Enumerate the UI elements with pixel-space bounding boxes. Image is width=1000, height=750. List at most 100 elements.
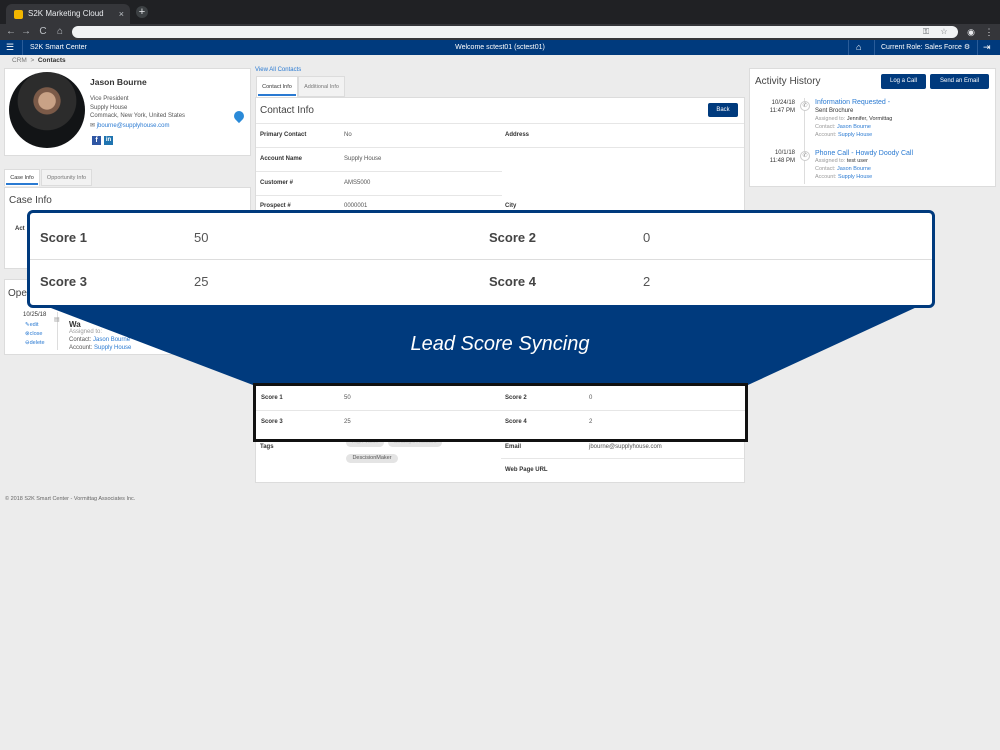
- tab-opportunity-info[interactable]: Opportunity Info: [41, 169, 92, 186]
- browser-tab[interactable]: S2K Marketing Cloud ×: [6, 4, 130, 24]
- welcome-text: Welcome sctest01 (sctest01): [455, 44, 545, 51]
- opportunity-partial-title: Ope: [8, 288, 27, 299]
- callout-score-label: Score 3: [40, 274, 87, 289]
- email-label: Email: [505, 444, 522, 450]
- linkedin-icon[interactable]: in: [104, 136, 113, 145]
- activity-account-link[interactable]: Supply House: [838, 174, 872, 180]
- activity-date: 10/1/18: [774, 150, 795, 156]
- callout-banner-text: Lead Score Syncing: [410, 333, 590, 355]
- tags-label: Tags: [260, 444, 274, 450]
- field-label: Address: [505, 132, 530, 138]
- field-label: Account Name: [260, 156, 303, 162]
- activity-subject-link[interactable]: Information Requested -: [815, 99, 890, 106]
- callout-score-value: 0: [643, 230, 651, 245]
- footer-copyright: © 2018 S2K Smart Center - Vormittag Asso…: [5, 496, 136, 502]
- activity-contact: Contact: Jason Bourne: [815, 166, 871, 172]
- key-icon[interactable]: ⚿: [920, 25, 932, 39]
- callout-score-label: Score 1: [40, 230, 87, 245]
- activity-assigned: Assigned to: Jennifer, Vormittag: [815, 116, 893, 122]
- activity-time: 11:48 PM: [769, 158, 795, 164]
- account-name-link[interactable]: Supply House: [344, 156, 381, 162]
- activity-time: 11:47 PM: [769, 108, 795, 114]
- field-value: No: [344, 132, 352, 138]
- score-label: Score 4: [505, 419, 527, 425]
- row-divider: [256, 410, 745, 411]
- opportunity-account-link[interactable]: Supply House: [94, 345, 131, 351]
- bookmark-star-icon[interactable]: ☆: [938, 25, 950, 39]
- score-label: Score 3: [261, 419, 283, 425]
- breadcrumb: CRM > Contacts: [12, 57, 66, 64]
- log-call-button[interactable]: Log a Call: [881, 74, 926, 89]
- activity-account: Account: Supply House: [815, 174, 873, 180]
- opportunity-contact-link[interactable]: Jason Bourne: [93, 337, 130, 343]
- score-value: 50: [344, 395, 351, 401]
- opportunity-edit-link[interactable]: ✎edit: [25, 322, 38, 328]
- active-tab-underline: [258, 94, 296, 96]
- app-brand: S2K Smart Center: [30, 44, 87, 51]
- opportunity-doc-icon: ▤: [54, 317, 60, 323]
- callout-score-label: Score 2: [489, 230, 536, 245]
- profile-icon[interactable]: ◉: [964, 24, 978, 40]
- score-label: Score 2: [505, 395, 527, 401]
- contact-location: Commack, New York, United States: [90, 113, 186, 119]
- contact-info-title: Contact Info: [260, 105, 314, 116]
- field-label: Primary Contact: [260, 132, 307, 138]
- browser-tab-title: S2K Marketing Cloud: [28, 9, 104, 18]
- send-email-button[interactable]: Send an Email: [930, 74, 989, 89]
- opportunity-close-link[interactable]: ⊗close: [25, 331, 42, 337]
- address-bar[interactable]: [72, 26, 958, 38]
- browser-menu-icon[interactable]: ⋮: [982, 24, 996, 40]
- opportunity-partial-name: Wa: [69, 320, 81, 329]
- webpage-label: Web Page URL: [505, 467, 548, 473]
- forward-arrow-icon[interactable]: →: [19, 24, 33, 40]
- activity-contact-link[interactable]: Jason Bourne: [837, 124, 871, 130]
- current-role[interactable]: Current Role: Sales Force ⚙: [881, 40, 970, 55]
- row-divider: [501, 458, 744, 459]
- row-divider: [256, 171, 502, 172]
- close-tab-icon[interactable]: ×: [119, 4, 124, 24]
- hamburger-menu-icon[interactable]: ☰: [6, 40, 14, 55]
- logout-icon[interactable]: ⇥: [983, 40, 991, 55]
- tab-additional-info[interactable]: Additional Info: [298, 76, 345, 97]
- score-focus-box: [253, 383, 748, 442]
- contact-company: Supply House: [90, 105, 128, 111]
- header-divider: [874, 40, 875, 55]
- score-value: 0: [589, 395, 593, 401]
- row-divider: [256, 123, 744, 124]
- activity-subject-link[interactable]: Phone Call - Howdy Doody Call: [815, 150, 913, 157]
- active-tab-underline: [6, 183, 38, 185]
- home-browser-icon[interactable]: ⌂: [53, 24, 67, 40]
- activity-account: Account: Supply House: [815, 132, 873, 138]
- callout-score-value: 25: [194, 274, 209, 289]
- activity-assigned: Assigned to: test user: [815, 158, 868, 164]
- header-divider: [977, 40, 978, 55]
- facebook-icon[interactable]: f: [92, 136, 101, 145]
- back-button[interactable]: Back: [708, 103, 738, 117]
- breadcrumb-root[interactable]: CRM: [12, 57, 27, 64]
- back-arrow-icon[interactable]: ←: [4, 24, 18, 40]
- browser-tab-bar: [0, 0, 1000, 24]
- view-all-contacts-link[interactable]: View All Contacts: [255, 67, 301, 73]
- home-icon[interactable]: ⌂: [856, 40, 861, 55]
- new-tab-button[interactable]: +: [136, 6, 148, 18]
- avatar: [9, 72, 85, 148]
- contact-title: Vice President: [90, 96, 129, 102]
- activity-account-link[interactable]: Supply House: [838, 132, 872, 138]
- activity-contact-link[interactable]: Jason Bourne: [837, 166, 871, 172]
- opportunity-date: 10/25/18: [23, 312, 47, 318]
- callout-divider: [30, 259, 932, 260]
- case-info-partial-label: Act: [15, 226, 25, 232]
- case-info-title: Case Info: [9, 195, 52, 206]
- contact-email-link[interactable]: jbourne@supplyhouse.com: [97, 123, 170, 129]
- callout-score-value: 50: [194, 230, 209, 245]
- phone-icon: ✆: [800, 151, 810, 161]
- opportunity-delete-link[interactable]: ⊖delete: [25, 340, 45, 346]
- activity-contact: Contact: Jason Bourne: [815, 124, 871, 130]
- activity-date: 10/24/18: [771, 100, 795, 106]
- reload-icon[interactable]: C: [36, 24, 50, 40]
- phone-icon: ✆: [800, 101, 810, 111]
- tag-chip[interactable]: DescisionMaker: [346, 454, 398, 463]
- field-label: Customer #: [260, 180, 294, 186]
- field-value: AMS5000: [344, 180, 371, 186]
- field-value: 0000001: [344, 203, 368, 209]
